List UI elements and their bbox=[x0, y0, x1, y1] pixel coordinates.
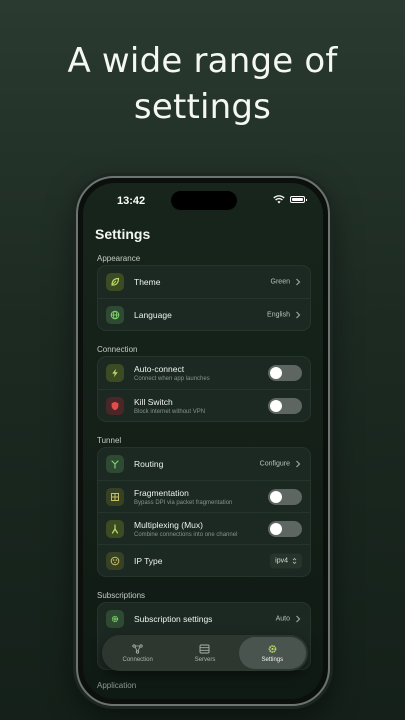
app-screen: 13:42 Settings Appearance Theme Green La… bbox=[83, 183, 323, 699]
fork-icon bbox=[106, 455, 124, 473]
mux-label: Multiplexing (Mux) bbox=[134, 519, 203, 530]
gear-icon bbox=[268, 644, 277, 653]
language-label: Language bbox=[134, 309, 172, 320]
merge-icon bbox=[106, 519, 124, 538]
shield-icon bbox=[106, 396, 124, 415]
leaf-icon bbox=[106, 273, 124, 291]
theme-row[interactable]: Theme Green bbox=[98, 266, 310, 298]
kill-switch-row: Kill Switch Block internet without VPN bbox=[98, 389, 310, 421]
tab-settings-label: Settings bbox=[261, 656, 284, 663]
section-label-subscriptions: Subscriptions bbox=[97, 591, 146, 600]
chevron-right-icon bbox=[296, 615, 301, 623]
chevron-right-icon bbox=[296, 460, 301, 468]
dynamic-island bbox=[171, 191, 237, 210]
auto-connect-toggle[interactable] bbox=[268, 365, 302, 381]
server-icon bbox=[200, 644, 210, 653]
routing-row[interactable]: Routing Configure bbox=[98, 448, 310, 480]
page-title: Settings bbox=[95, 226, 151, 242]
routing-label: Routing bbox=[134, 459, 164, 469]
section-label-connection: Connection bbox=[97, 345, 138, 354]
connection-group: Auto-connect Connect when app launches K… bbox=[97, 356, 311, 422]
status-icons bbox=[273, 195, 307, 204]
globe-icon bbox=[106, 305, 124, 324]
mux-toggle[interactable] bbox=[268, 520, 302, 537]
theme-value: Green bbox=[270, 278, 290, 286]
language-row[interactable]: Language English bbox=[98, 298, 310, 330]
ip-type-select[interactable]: ipv4 bbox=[270, 553, 302, 568]
fragmentation-description: Bypass DPI via packet fragmentation bbox=[134, 499, 233, 506]
status-time: 13:42 bbox=[117, 195, 146, 207]
section-label-application: Application bbox=[97, 681, 137, 690]
gear-icon bbox=[106, 610, 124, 628]
section-label-tunnel: Tunnel bbox=[97, 436, 122, 445]
tab-bar: Connection Servers Settings bbox=[102, 635, 308, 671]
theme-label: Theme bbox=[134, 277, 161, 287]
ip-type-value: ipv4 bbox=[275, 557, 288, 564]
battery-icon bbox=[290, 196, 307, 203]
fragmentation-row: Fragmentation Bypass DPI via packet frag… bbox=[98, 480, 310, 512]
ip-type-label: IP Type bbox=[134, 555, 163, 566]
auto-connect-description: Connect when app launches bbox=[134, 376, 210, 382]
tunnel-group: Routing Configure Fragmentation Bypass D… bbox=[97, 447, 311, 577]
chevron-right-icon bbox=[296, 278, 301, 286]
section-label-appearance: Appearance bbox=[97, 254, 141, 263]
auto-connect-label: Auto-connect bbox=[134, 364, 185, 374]
kill-switch-label: Kill Switch bbox=[134, 396, 173, 407]
tab-servers-label: Servers bbox=[194, 656, 216, 663]
appearance-group: Theme Green Language English bbox=[97, 265, 311, 331]
chevron-right-icon bbox=[296, 311, 301, 318]
fragmentation-label: Fragmentation bbox=[134, 487, 189, 498]
subscription-settings-value: Auto bbox=[275, 615, 290, 623]
phone-frame: 13:42 Settings Appearance Theme Green La… bbox=[76, 176, 330, 706]
chevron-updown-icon bbox=[292, 557, 297, 564]
tab-connection-label: Connection bbox=[122, 656, 153, 663]
tab-connection[interactable]: Connection bbox=[104, 637, 171, 669]
bolt-icon bbox=[106, 364, 124, 382]
subscription-settings-row[interactable]: Subscription settings Auto bbox=[98, 603, 310, 635]
routing-value: Configure bbox=[259, 460, 290, 468]
auto-connect-row: Auto-connect Connect when app launches bbox=[98, 357, 310, 389]
fragmentation-toggle[interactable] bbox=[268, 488, 302, 505]
network-icon bbox=[106, 551, 124, 570]
mux-row: Multiplexing (Mux) Combine connections i… bbox=[98, 512, 310, 544]
kill-switch-toggle[interactable] bbox=[268, 397, 302, 414]
tab-settings[interactable]: Settings bbox=[238, 637, 306, 669]
grid-icon bbox=[106, 487, 124, 506]
ip-type-row: IP Type ipv4 bbox=[98, 544, 310, 576]
headline: A wide range of settings bbox=[0, 38, 405, 130]
mux-description: Combine connections into one channel bbox=[134, 531, 238, 538]
subscription-settings-label: Subscription settings bbox=[134, 614, 213, 624]
network-nodes-icon bbox=[132, 643, 143, 654]
headline-line-2: settings bbox=[133, 87, 272, 127]
kill-switch-description: Block internet without VPN bbox=[134, 408, 206, 415]
wifi-icon bbox=[273, 195, 285, 204]
language-value: English bbox=[267, 311, 290, 318]
tab-servers[interactable]: Servers bbox=[171, 637, 238, 669]
status-bar: 13:42 bbox=[83, 183, 323, 217]
headline-line-1: A wide range of bbox=[67, 41, 338, 81]
